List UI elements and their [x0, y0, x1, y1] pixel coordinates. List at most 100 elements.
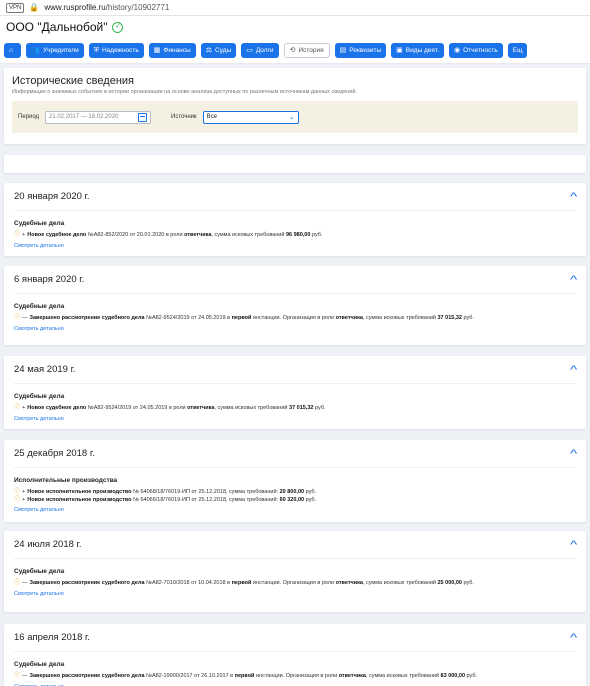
tab-3[interactable]: ▦ Финансы: [148, 43, 196, 58]
event-header[interactable]: 24 июля 2018 г. ^: [14, 531, 577, 559]
event-text: Новое судебное дело №А82-9524/2019 от 24…: [27, 405, 326, 411]
event-item: ⓘ + Новое исполнительное производство № 64…: [14, 497, 576, 505]
event-text: Новое исполнительное производство № 6406…: [27, 489, 317, 495]
warning-icon: ⓘ: [14, 405, 21, 411]
view-details-link[interactable]: Смотреть детально: [14, 326, 64, 332]
tab-label: Надежность: [101, 47, 139, 54]
nav-tabs: ⌂ 👥 Учредители ⛨ Надежность ▦ Финансы ⚖ Суды ▭ Дол…: [0, 38, 590, 64]
debt-icon: ▭: [246, 47, 253, 54]
event-header[interactable]: 20 января 2020 г. ^: [14, 183, 577, 211]
empty-card: [4, 155, 586, 173]
tab-9[interactable]: ◉ Отчетность: [449, 43, 503, 58]
event-item: ⓘ + Новое судебное дело №А82-9524/2019 от …: [14, 405, 576, 413]
home-icon: ⌂: [9, 47, 14, 54]
event-item: ⓘ — Завершено рассмотрение судебного дела …: [14, 315, 576, 323]
filter-bar: Период 21.02.2017 — 18.02.2020 Источник …: [12, 101, 578, 133]
history-icon: ⟲: [289, 47, 296, 54]
tab-label: Учредители: [42, 47, 79, 54]
source-select[interactable]: Все ⌄: [202, 110, 299, 124]
browser-address-bar[interactable]: VPN 🔒 www.rusprofile.ru/history/10902771: [0, 0, 590, 16]
event-date: 24 мая 2019 г.: [14, 364, 76, 375]
event-date: 16 апреля 2018 г.: [14, 632, 90, 643]
tab-4[interactable]: ⚖ Суды: [200, 43, 237, 58]
tab-10[interactable]: Ещ: [507, 43, 528, 58]
event-text: Завершено рассмотрение судебного дела №А…: [29, 315, 474, 321]
event-card: 25 декабря 2018 г. ^ Исполнительные произв…: [4, 440, 586, 522]
view-details-link[interactable]: Смотреть детально: [14, 591, 64, 597]
page-subtitle: Информация о значимых событиях в истории…: [12, 89, 357, 95]
event-mark: —: [22, 315, 28, 321]
event-date: 6 января 2020 г.: [14, 274, 85, 285]
tab-8[interactable]: ▣ Виды деят.: [391, 43, 444, 58]
tab-1[interactable]: 👥 Учредители: [26, 43, 84, 58]
history-panel: Исторические сведения Информация о значи…: [4, 68, 586, 144]
warning-icon: ⓘ: [14, 489, 21, 495]
chevron-up-icon[interactable]: ^: [570, 448, 577, 459]
event-category: Судебные дела: [14, 393, 65, 400]
event-mark: +: [22, 405, 26, 411]
event-card: 24 июля 2018 г. ^ Судебные дела ⓘ — Завершено…: [4, 531, 586, 612]
event-mark: +: [22, 232, 26, 238]
event-category: Судебные дела: [14, 661, 65, 668]
view-details-link[interactable]: Смотреть детально: [14, 416, 64, 422]
event-mark: +: [22, 496, 26, 503]
tab-label: Виды деят.: [405, 47, 439, 54]
event-header[interactable]: 16 апреля 2018 г. ^: [14, 624, 577, 652]
event-category: Судебные дела: [14, 220, 65, 227]
warning-icon: ⓘ: [14, 580, 21, 586]
warning-icon: ⓘ: [14, 232, 21, 238]
warning-icon: ⓘ: [14, 496, 21, 503]
chevron-up-icon[interactable]: ^: [570, 191, 577, 202]
event-date: 20 января 2020 г.: [14, 191, 90, 202]
chevron-up-icon[interactable]: ^: [570, 274, 577, 285]
tab-2[interactable]: ⛨ Надежность: [88, 43, 144, 58]
tab-label: Ещ: [512, 47, 523, 54]
event-header[interactable]: 6 января 2020 г. ^: [14, 266, 577, 294]
chevron-down-icon: ⌄: [288, 114, 295, 121]
event-category: Судебные дела: [14, 568, 65, 575]
period-date-input[interactable]: 21.02.2017 — 18.02.2020: [45, 110, 152, 124]
view-details-link[interactable]: Смотреть детально: [14, 243, 64, 249]
tab-label: Реквизиты: [349, 47, 382, 54]
event-mark: —: [22, 673, 28, 679]
event-date: 25 декабря 2018 г.: [14, 448, 95, 459]
event-item: ⓘ — Завершено рассмотрение судебного дела …: [14, 580, 576, 588]
tab-label: Суды: [214, 47, 232, 54]
view-details-link[interactable]: Смотреть детально: [14, 507, 64, 513]
event-header[interactable]: 25 декабря 2018 г. ^: [14, 440, 577, 468]
gavel-icon: ⚖: [205, 47, 212, 54]
warning-icon: ⓘ: [14, 315, 21, 321]
event-header[interactable]: 24 мая 2019 г. ^: [14, 356, 577, 384]
tab-label: Финансы: [163, 47, 191, 54]
calendar-icon[interactable]: [138, 112, 148, 122]
activity-icon: ▣: [396, 47, 403, 54]
event-text: Новое исполнительное производство № 6406…: [27, 496, 317, 503]
event-item: ⓘ + Новое судебное дело №А82-852/2020 от 2…: [14, 232, 576, 240]
event-category: Исполнительные производства: [14, 477, 118, 484]
chevron-up-icon[interactable]: ^: [570, 539, 577, 550]
tab-0[interactable]: ⌂: [4, 43, 22, 58]
users-icon: 👥: [31, 47, 40, 54]
chevron-up-icon[interactable]: ^: [570, 632, 577, 643]
warning-icon: ⓘ: [14, 673, 21, 679]
company-name: ООО "Дальнобой": [6, 20, 108, 34]
tab-7[interactable]: ▤ Реквизиты: [334, 43, 387, 58]
url-text[interactable]: www.rusprofile.ru/history/10902771: [44, 3, 169, 12]
report-icon: ◉: [454, 47, 461, 54]
source-label: Источник: [171, 114, 197, 120]
event-item: ⓘ — Завершено рассмотрение судебного дела …: [14, 673, 576, 681]
chart-icon: ▦: [153, 47, 161, 54]
chevron-up-icon[interactable]: ^: [570, 364, 577, 375]
period-label: Период: [18, 114, 40, 120]
event-card: 16 апреля 2018 г. ^ Судебные дела ⓘ — Заверше…: [4, 624, 586, 686]
vpn-badge[interactable]: VPN: [6, 2, 25, 13]
check-circle-icon: ✓: [112, 21, 124, 33]
event-text: Новое судебное дело №А82-852/2020 от 20.…: [27, 232, 323, 238]
tab-6[interactable]: ⟲ История: [283, 43, 330, 58]
event-date: 24 июля 2018 г.: [14, 539, 82, 550]
event-text: Завершено рассмотрение судебного дела №А…: [29, 673, 478, 679]
event-card: 6 января 2020 г. ^ Судебные дела ⓘ — Завершен…: [4, 266, 586, 345]
shield-icon: ⛨: [93, 47, 99, 54]
event-item: ⓘ + Новое исполнительное производство № 64…: [14, 489, 576, 497]
tab-5[interactable]: ▭ Долги: [241, 43, 279, 58]
